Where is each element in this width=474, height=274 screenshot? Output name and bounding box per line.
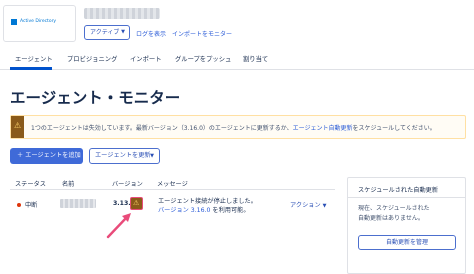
panel-body-line-2: 自動更新はありません。	[358, 214, 424, 222]
panel-body: 現在、スケジュールされた 自動更新はありません。	[358, 204, 430, 223]
app-logo-card: Active Directory	[3, 5, 76, 42]
scheduled-updates-panel: スケジュールされた自動更新 現在、スケジュールされた 自動更新はありません。 自…	[347, 177, 466, 274]
row-actions-menu[interactable]: アクション ▼	[290, 200, 326, 209]
annotation-arrow-icon	[106, 213, 131, 239]
update-agent-button[interactable]: エージェントを更新 ▼	[89, 148, 160, 164]
manage-auto-update-button[interactable]: 自動更新を管理	[358, 235, 456, 250]
column-header-status: ステータス	[15, 181, 46, 188]
status-dropdown[interactable]: アクティブ ▼	[84, 25, 130, 40]
column-header-version: バージョン	[112, 181, 143, 188]
logo-text: Active Directory	[20, 19, 57, 24]
warning-strip: ⚠	[11, 116, 24, 138]
redacted-agent-name	[60, 199, 96, 208]
view-logs-link[interactable]: ログを表示	[136, 29, 166, 38]
tab-bar: エージェント プロビジョニング インポート グループをプッシュ 割り当て	[0, 50, 474, 70]
add-agent-button[interactable]: ＋ エージェントを追加	[10, 148, 83, 164]
warning-text-main: 1つのエージェントは失効しています。最新バージョン（3.16.0）のエージェント…	[31, 125, 293, 132]
tab-provisioning[interactable]: プロビジョニング	[67, 54, 117, 63]
status-dot-icon	[17, 203, 21, 207]
tab-import[interactable]: インポート	[130, 54, 161, 63]
message-line-2-after: を利用可能。	[210, 207, 250, 214]
panel-body-line-1: 現在、スケジュールされた	[358, 205, 430, 212]
monitor-import-link[interactable]: インポートをモニター	[172, 29, 232, 38]
warning-banner: ⚠ 1つのエージェントは失効しています。最新バージョン（3.16.0）のエージェ…	[10, 115, 466, 139]
warning-text: 1つのエージェントは失効しています。最新バージョン（3.16.0）のエージェント…	[31, 123, 436, 132]
status-dropdown-label: アクティブ	[90, 29, 120, 36]
warning-icon: ⚠	[14, 121, 22, 130]
windows-logo-icon	[11, 19, 17, 25]
column-header-name: 名前	[62, 181, 75, 188]
tab-assignments[interactable]: 割り当て	[243, 54, 268, 63]
message-line-1: エージェント接続が停止しました。	[158, 198, 257, 205]
column-header-message: メッセージ	[157, 181, 188, 188]
chevron-down-icon: ▼	[121, 29, 125, 35]
active-tab-indicator	[10, 67, 52, 70]
page-title: エージェント・モニター	[10, 89, 181, 107]
redacted-directory-name	[84, 8, 160, 19]
chevron-down-icon: ▼	[322, 203, 327, 209]
update-agent-label: エージェントを更新	[95, 152, 151, 159]
warning-text-after: をスケジュールしてください。	[352, 125, 436, 132]
available-version-link[interactable]: バージョン 3.16.0	[158, 207, 210, 214]
status-text: 中断	[25, 202, 38, 209]
chevron-down-icon: ▼	[150, 153, 154, 159]
tab-agents[interactable]: エージェント	[15, 54, 53, 63]
row-actions-label: アクション	[290, 202, 321, 209]
panel-divider	[348, 197, 465, 198]
panel-title: スケジュールされた自動更新	[358, 187, 439, 194]
auto-update-link[interactable]: エージェント自動更新	[293, 125, 353, 132]
table-divider	[10, 189, 335, 190]
tab-push-groups[interactable]: グループをプッシュ	[175, 54, 231, 63]
